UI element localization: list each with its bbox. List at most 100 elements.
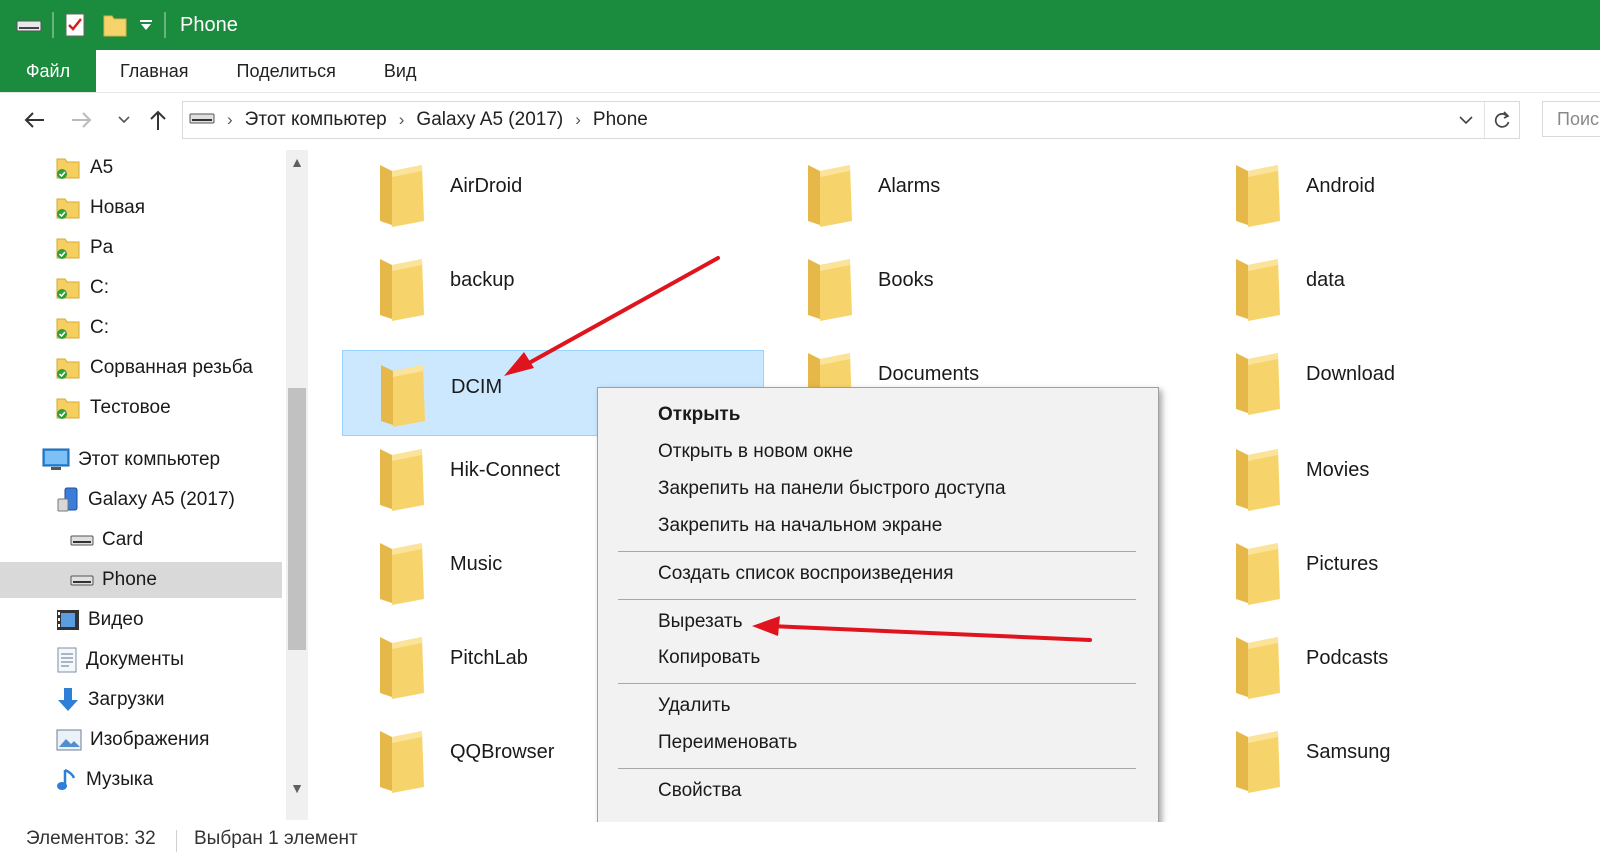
menu-item-properties[interactable]: Свойства bbox=[658, 780, 741, 802]
pictures-icon bbox=[56, 729, 82, 751]
menu-separator bbox=[618, 599, 1136, 600]
folder-icon bbox=[808, 165, 852, 227]
menu-separator bbox=[618, 551, 1136, 552]
ribbon-tabs: Файл Главная Поделиться Вид bbox=[0, 50, 1600, 93]
folder-tile[interactable]: Android bbox=[1198, 150, 1600, 236]
nav-item-music[interactable]: Музыка bbox=[0, 762, 282, 798]
navigation-scrollbar[interactable]: ▲ ▼ bbox=[286, 150, 308, 820]
status-bar: Элементов: 32 Выбран 1 элемент bbox=[0, 822, 1600, 856]
documents-icon bbox=[56, 647, 78, 673]
pinned-folder-icon bbox=[56, 276, 82, 300]
pinned-folder-icon bbox=[56, 396, 82, 420]
menu-item-open-new-window[interactable]: Открыть в новом окне bbox=[658, 441, 853, 463]
nav-item-this-pc[interactable]: Этот компьютер bbox=[0, 442, 282, 478]
pinned-folder-icon bbox=[56, 356, 82, 380]
chevron-down-icon[interactable]: ▼ bbox=[286, 776, 308, 800]
menu-item-pin-quick-access[interactable]: Закрепить на панели быстрого доступа bbox=[658, 478, 1006, 500]
status-divider bbox=[176, 830, 177, 852]
address-row: › Этот компьютер › Galaxy A5 (2017) › Ph… bbox=[0, 94, 1600, 146]
nav-item-video[interactable]: Видео bbox=[0, 602, 282, 638]
folder-tile[interactable]: Movies bbox=[1198, 434, 1600, 520]
menu-item-rename[interactable]: Переименовать bbox=[658, 732, 797, 754]
nav-item-galaxy-a5[interactable]: Galaxy A5 (2017) bbox=[0, 482, 282, 518]
folder-icon bbox=[380, 449, 424, 511]
folder-tile[interactable]: data bbox=[1198, 244, 1600, 330]
back-button[interactable] bbox=[18, 104, 50, 136]
video-icon bbox=[56, 608, 80, 632]
folder-icon bbox=[1236, 543, 1280, 605]
nav-item-quick-access[interactable]: Сорванная резьба bbox=[0, 350, 282, 386]
computer-icon bbox=[42, 448, 70, 472]
address-bar[interactable]: › Этот компьютер › Galaxy A5 (2017) › Ph… bbox=[182, 101, 1520, 139]
nav-item-quick-access[interactable]: C: bbox=[0, 310, 282, 346]
breadcrumb-this-pc[interactable]: Этот компьютер bbox=[245, 109, 387, 131]
menu-item-pin-start[interactable]: Закрепить на начальном экране bbox=[658, 515, 942, 537]
quick-access-toolbar bbox=[16, 12, 176, 38]
folder-tile[interactable]: Download bbox=[1198, 338, 1600, 424]
nav-item-downloads[interactable]: Загрузки bbox=[0, 682, 282, 718]
tab-home[interactable]: Главная bbox=[96, 50, 213, 92]
nav-item-quick-access[interactable]: Тестовое bbox=[0, 390, 282, 426]
folder-tile[interactable]: backup bbox=[342, 244, 764, 330]
folder-icon bbox=[1236, 731, 1280, 793]
folder-tile[interactable]: Alarms bbox=[770, 150, 1192, 236]
nav-item-quick-access[interactable]: A5 bbox=[0, 150, 282, 186]
title-bar: Phone bbox=[0, 0, 1600, 50]
menu-item-open[interactable]: Открыть bbox=[658, 404, 740, 426]
chevron-up-icon[interactable]: ▲ bbox=[286, 150, 308, 174]
folder-icon bbox=[380, 543, 424, 605]
chevron-right-icon[interactable]: › bbox=[575, 110, 581, 130]
breadcrumb-device[interactable]: Galaxy A5 (2017) bbox=[416, 109, 563, 131]
drive-icon bbox=[70, 573, 94, 587]
folder-tile[interactable]: Samsung bbox=[1198, 716, 1600, 802]
folder-icon bbox=[1236, 165, 1280, 227]
folder-icon bbox=[380, 731, 424, 793]
menu-item-delete[interactable]: Удалить bbox=[658, 695, 731, 717]
properties-icon[interactable] bbox=[64, 12, 86, 38]
chevron-right-icon[interactable]: › bbox=[399, 110, 405, 130]
refresh-button[interactable] bbox=[1484, 102, 1519, 138]
tab-view[interactable]: Вид bbox=[360, 50, 441, 92]
menu-separator bbox=[618, 768, 1136, 769]
breadcrumb-phone[interactable]: Phone bbox=[593, 109, 648, 131]
nav-item-quick-access[interactable]: Новая bbox=[0, 190, 282, 226]
chevron-right-icon[interactable]: › bbox=[227, 110, 233, 130]
folder-icon bbox=[380, 165, 424, 227]
status-selection: Выбран 1 элемент bbox=[194, 828, 358, 849]
phone-device-icon bbox=[56, 487, 80, 513]
nav-item-pictures[interactable]: Изображения bbox=[0, 722, 282, 758]
nav-item-documents[interactable]: Документы bbox=[0, 642, 282, 678]
menu-item-copy[interactable]: Копировать bbox=[658, 647, 760, 669]
drive-icon bbox=[70, 533, 94, 547]
menu-item-cut[interactable]: Вырезать bbox=[658, 611, 743, 633]
folder-tile[interactable]: Pictures bbox=[1198, 528, 1600, 614]
folder-icon bbox=[1236, 449, 1280, 511]
folder-icon bbox=[381, 365, 425, 427]
new-folder-icon[interactable] bbox=[102, 12, 128, 38]
forward-button[interactable] bbox=[66, 104, 98, 136]
tab-file[interactable]: Файл bbox=[0, 50, 96, 92]
folder-tile[interactable]: Podcasts bbox=[1198, 622, 1600, 708]
nav-item-phone[interactable]: Phone bbox=[0, 562, 282, 598]
recent-locations-button[interactable] bbox=[108, 104, 140, 136]
navigation-pane: A5 Новая Pa C: C: Сорванная резьба Тесто… bbox=[0, 150, 282, 818]
address-history-dropdown[interactable] bbox=[1451, 102, 1481, 138]
customize-dropdown-icon[interactable] bbox=[138, 17, 154, 33]
folder-icon bbox=[1236, 637, 1280, 699]
drive-icon[interactable] bbox=[16, 16, 42, 34]
pinned-folder-icon bbox=[56, 236, 82, 260]
pinned-folder-icon bbox=[56, 316, 82, 340]
nav-item-quick-access[interactable]: C: bbox=[0, 270, 282, 306]
search-input[interactable]: Поис bbox=[1542, 101, 1600, 137]
nav-item-quick-access[interactable]: Pa bbox=[0, 230, 282, 266]
pinned-folder-icon bbox=[56, 156, 82, 180]
folder-tile[interactable]: AirDroid bbox=[342, 150, 764, 236]
folder-icon bbox=[808, 259, 852, 321]
folder-icon bbox=[380, 259, 424, 321]
menu-item-create-playlist[interactable]: Создать список воспроизведения bbox=[658, 563, 954, 585]
up-button[interactable] bbox=[142, 104, 174, 136]
folder-tile[interactable]: Books bbox=[770, 244, 1192, 330]
tab-share[interactable]: Поделиться bbox=[213, 50, 360, 92]
nav-item-card[interactable]: Card bbox=[0, 522, 282, 558]
scrollbar-thumb[interactable] bbox=[288, 388, 306, 650]
